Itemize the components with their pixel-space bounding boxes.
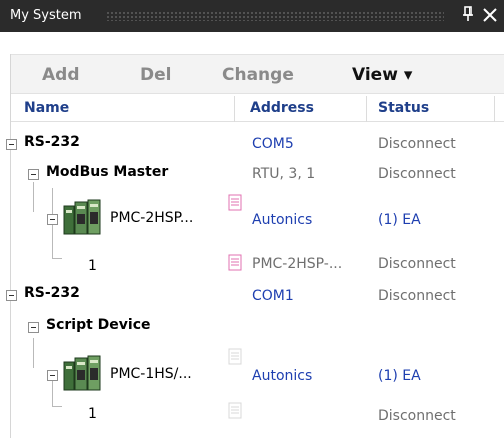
status-cell: Disconnect	[378, 256, 456, 272]
my-system-panel: My System Add Del Change View ▾ Name Add…	[0, 0, 504, 438]
status-cell: Disconnect	[378, 408, 456, 424]
column-divider[interactable]	[366, 96, 367, 122]
toolbar: Add Del Change View ▾	[10, 54, 504, 94]
panel-titlebar[interactable]: My System	[0, 0, 504, 32]
tree-node-label: PMC-2HSP...	[110, 210, 194, 226]
expander-minus-icon[interactable]	[47, 214, 58, 225]
address-cell: COM1	[252, 288, 294, 304]
expander-minus-icon[interactable]	[47, 370, 58, 381]
motion-controller-device-icon	[62, 354, 102, 392]
tree-connector	[52, 406, 62, 407]
tree-node-label: 1	[88, 406, 97, 422]
tree-node-label: RS-232	[24, 134, 80, 150]
status-cell: (1) EA	[378, 212, 421, 228]
change-button[interactable]: Change	[222, 65, 294, 85]
column-header: Name Address Status	[10, 96, 504, 122]
pin-icon[interactable]	[460, 4, 476, 24]
status-cell: Disconnect	[378, 136, 456, 152]
column-divider[interactable]	[234, 96, 235, 122]
address-cell: Autonics	[252, 212, 313, 228]
column-header-status[interactable]: Status	[378, 100, 429, 116]
address-cell: COM5	[252, 136, 294, 152]
address-cell: Autonics	[252, 368, 313, 384]
status-cell: Disconnect	[378, 288, 456, 304]
document-icon	[228, 194, 242, 211]
column-divider[interactable]	[494, 96, 495, 122]
expander-minus-icon[interactable]	[6, 290, 17, 301]
status-cell: (1) EA	[378, 368, 421, 384]
expander-minus-icon[interactable]	[28, 322, 39, 333]
add-button[interactable]: Add	[42, 65, 80, 85]
close-icon[interactable]	[482, 5, 498, 25]
expander-minus-icon[interactable]	[6, 139, 17, 150]
view-menu-button[interactable]: View ▾	[352, 65, 412, 85]
address-cell: PMC-2HSP-...	[252, 256, 343, 272]
document-icon	[228, 402, 242, 419]
tree-node-label: RS-232	[24, 285, 80, 301]
tree-node-label: 1	[88, 258, 97, 274]
address-cell: RTU, 3, 1	[252, 166, 316, 182]
del-button[interactable]: Del	[140, 65, 171, 85]
tree-node-label: PMC-1HS/...	[110, 366, 192, 382]
motion-controller-device-icon	[62, 198, 102, 236]
column-header-name[interactable]: Name	[24, 100, 69, 116]
document-icon	[228, 348, 242, 365]
tree-node-label: ModBus Master	[46, 164, 169, 180]
expander-minus-icon[interactable]	[28, 169, 39, 180]
panel-title: My System	[10, 8, 82, 23]
tree-connector	[33, 182, 34, 212]
status-cell: Disconnect	[378, 166, 456, 182]
titlebar-grip	[106, 11, 444, 21]
panel-left-border	[10, 54, 11, 438]
tree-node-label: Script Device	[46, 317, 151, 333]
document-icon	[228, 254, 242, 271]
tree-connector	[52, 258, 62, 259]
column-header-address[interactable]: Address	[250, 100, 314, 116]
tree-connector	[33, 338, 34, 368]
